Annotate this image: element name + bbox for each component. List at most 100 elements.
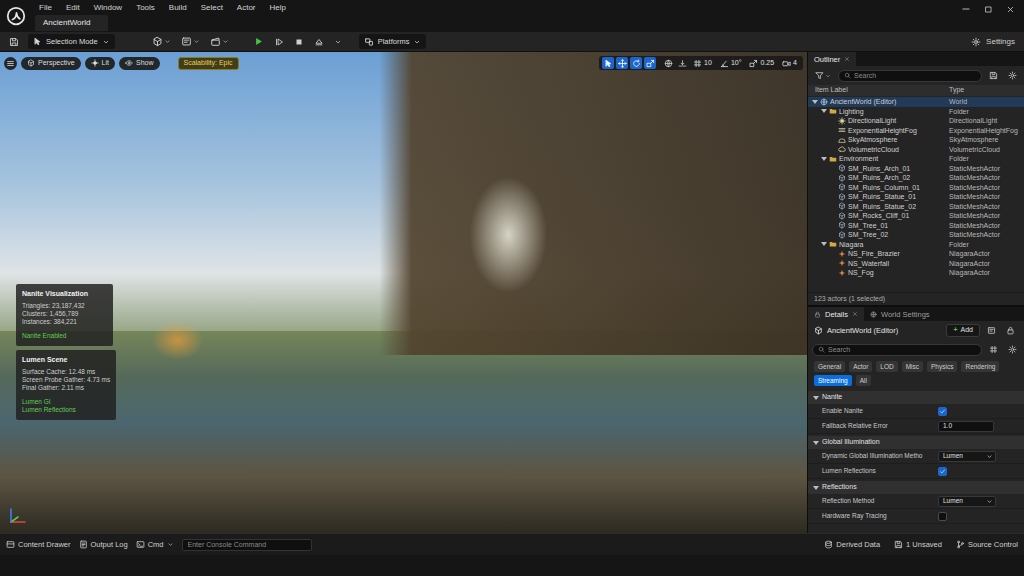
outliner-row[interactable]: VolumetricCloudVolumetricCloud (808, 145, 1024, 155)
view-button-label[interactable]: Show (136, 59, 154, 67)
transform-tool-button[interactable] (616, 57, 628, 69)
snap-button[interactable]: 10° (717, 57, 745, 69)
lock-button[interactable] (1003, 323, 1018, 338)
details-search-input[interactable] (828, 345, 976, 355)
menu-item[interactable]: Tools (129, 3, 162, 13)
menu-item[interactable]: Edit (59, 3, 87, 13)
dropdown-value[interactable]: Lumen (943, 497, 963, 505)
outliner-row[interactable]: NS_WaterfallNiagaraActor (808, 259, 1024, 269)
checkbox[interactable] (938, 407, 947, 416)
snap-button[interactable]: 10 (690, 57, 715, 69)
level-viewport[interactable]: PerspectiveLitShowScalability: Epic1010°… (0, 52, 807, 533)
transform-tool-button[interactable] (602, 57, 614, 69)
outliner-row[interactable]: SM_Tree_01StaticMeshActor (808, 221, 1024, 231)
outliner-row[interactable]: SkyAtmosphereSkyAtmosphere (808, 135, 1024, 145)
outliner-search-input[interactable] (854, 71, 976, 81)
close-button[interactable] (1002, 3, 1018, 15)
category-filter[interactable]: Physics (927, 361, 957, 372)
transform-tool-button[interactable] (644, 57, 656, 69)
outliner-row[interactable]: ExponentialHeightFogExponentialHeightFog (808, 126, 1024, 136)
cmd-label[interactable]: Cmd (148, 540, 164, 549)
expand-arrow[interactable] (813, 440, 819, 446)
snap-value[interactable]: 10° (731, 59, 742, 67)
snap-value[interactable]: 0.25 (760, 59, 774, 67)
level-tab[interactable]: AncientWorld (35, 15, 108, 31)
outliner-row[interactable]: NiagaraFolder (808, 240, 1024, 250)
outliner-row[interactable]: SM_Ruins_Arch_02StaticMeshActor (808, 173, 1024, 183)
section-title[interactable]: Nanite (822, 393, 842, 401)
play-button[interactable] (250, 34, 267, 49)
platforms-label[interactable]: Platforms (378, 37, 410, 46)
menu-item[interactable]: Window (87, 3, 129, 13)
cinematics-button[interactable] (207, 34, 232, 49)
status-button[interactable]: 1 Unsaved (894, 540, 942, 549)
snap-button[interactable]: 4 (779, 57, 800, 69)
expand-arrow[interactable] (812, 99, 818, 105)
status-label[interactable]: Output Log (91, 540, 128, 549)
status-button[interactable]: Output Log (79, 540, 128, 549)
status-label[interactable]: 1 Unsaved (906, 540, 942, 549)
section-header[interactable]: Reflections (808, 481, 1024, 494)
expand-arrow[interactable] (813, 485, 819, 491)
save-filter-button[interactable] (986, 68, 1001, 83)
cmd-dropdown[interactable]: Cmd (136, 540, 174, 549)
add-actor-button[interactable] (149, 34, 174, 49)
transform-tool-button[interactable] (630, 57, 642, 69)
status-label[interactable]: Derived Data (836, 540, 880, 549)
column-header[interactable]: Type (946, 86, 1020, 94)
add-plus[interactable]: + (953, 326, 957, 334)
dropdown-value[interactable]: Lumen (943, 452, 963, 460)
snap-value[interactable]: 10 (704, 59, 712, 67)
play-options-button[interactable] (331, 34, 345, 49)
menu-item[interactable]: Help (263, 3, 293, 13)
status-label[interactable]: Source Control (968, 540, 1018, 549)
view-button-label[interactable]: Lit (102, 59, 109, 67)
outliner-row[interactable]: AncientWorld (Editor)World (808, 97, 1024, 107)
outliner-row[interactable]: SM_Ruins_Arch_01StaticMeshActor (808, 164, 1024, 174)
blueprint-button[interactable] (984, 323, 999, 338)
section-title[interactable]: Reflections (822, 483, 857, 491)
step-button[interactable] (271, 34, 287, 49)
section-header[interactable]: Nanite (808, 391, 1024, 404)
category-filter[interactable]: All (856, 375, 871, 386)
category-filter[interactable]: Rendering (961, 361, 999, 372)
menu-item[interactable]: File (32, 3, 59, 13)
coordinate-space-button[interactable] (662, 57, 674, 69)
menu-item[interactable]: Actor (230, 3, 263, 13)
eject-button[interactable] (311, 34, 327, 49)
category-filter[interactable]: Streaming (814, 375, 852, 386)
blueprint-button[interactable] (178, 34, 203, 49)
snap-button[interactable]: 0.25 (746, 57, 777, 69)
expand-arrow[interactable] (821, 241, 827, 247)
outliner-row[interactable]: NS_FogNiagaraActor (808, 268, 1024, 278)
category-filter[interactable]: LOD (876, 361, 897, 372)
console-input[interactable] (188, 540, 306, 550)
view-button[interactable]: Lit (85, 57, 115, 70)
outliner-row[interactable]: LightingFolder (808, 107, 1024, 117)
section-header[interactable]: Global Illumination (808, 436, 1024, 449)
viewport-menu-button[interactable] (4, 57, 17, 70)
expand-arrow[interactable] (813, 395, 819, 401)
category-filter[interactable]: Misc (902, 361, 923, 372)
details-settings-button[interactable] (1005, 342, 1020, 357)
scalability-badge[interactable]: Scalability: Epic (178, 57, 239, 70)
menu-item[interactable]: Select (194, 3, 230, 13)
checkbox[interactable] (938, 512, 947, 521)
category-filter[interactable]: General (814, 361, 845, 372)
number-field[interactable]: 1.0 (938, 421, 994, 432)
category-filter[interactable]: Actor (849, 361, 872, 372)
details-tab-label[interactable]: Details (825, 310, 848, 319)
save-button[interactable] (6, 34, 22, 49)
dropdown[interactable]: Lumen (938, 451, 996, 462)
view-button[interactable]: Show (119, 57, 160, 70)
section-title[interactable]: Global Illumination (822, 438, 880, 446)
status-button[interactable]: Derived Data (824, 540, 880, 549)
settings-label[interactable]: Settings (986, 37, 1015, 47)
minimize-button[interactable] (958, 3, 974, 15)
add-label[interactable]: Add (961, 326, 973, 334)
details-tab[interactable]: Details (808, 307, 864, 321)
outliner-title[interactable]: Outliner (814, 55, 840, 64)
outliner-row[interactable]: SM_Rocks_Cliff_01StaticMeshActor (808, 211, 1024, 221)
outliner-row[interactable]: SM_Ruins_Statue_01StaticMeshActor (808, 192, 1024, 202)
outliner-row[interactable]: SM_Ruins_Statue_02StaticMeshActor (808, 202, 1024, 212)
